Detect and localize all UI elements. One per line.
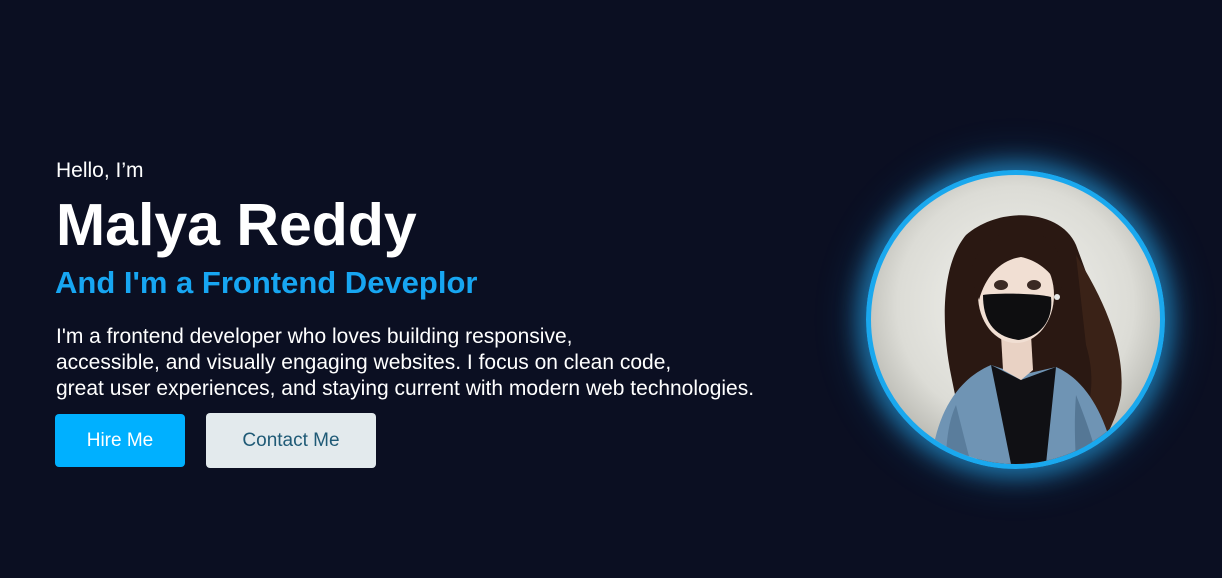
hero-role: And I'm a Frontend Deveplor — [55, 265, 478, 300]
hero-name: Malya Reddy — [56, 192, 417, 258]
greeting-text: Hello, I’m — [56, 159, 144, 182]
profile-avatar — [866, 170, 1165, 469]
hero-buttons: Hire Me Contact Me — [55, 413, 836, 468]
profile-illustration — [931, 215, 1122, 464]
hero-section: Hello, I’m Malya Reddy And I'm a Fronten… — [55, 156, 836, 468]
hero-bio: I'm a frontend developer who loves build… — [56, 325, 755, 400]
contact-me-button[interactable]: Contact Me — [206, 413, 376, 468]
hire-me-button[interactable]: Hire Me — [55, 414, 185, 467]
